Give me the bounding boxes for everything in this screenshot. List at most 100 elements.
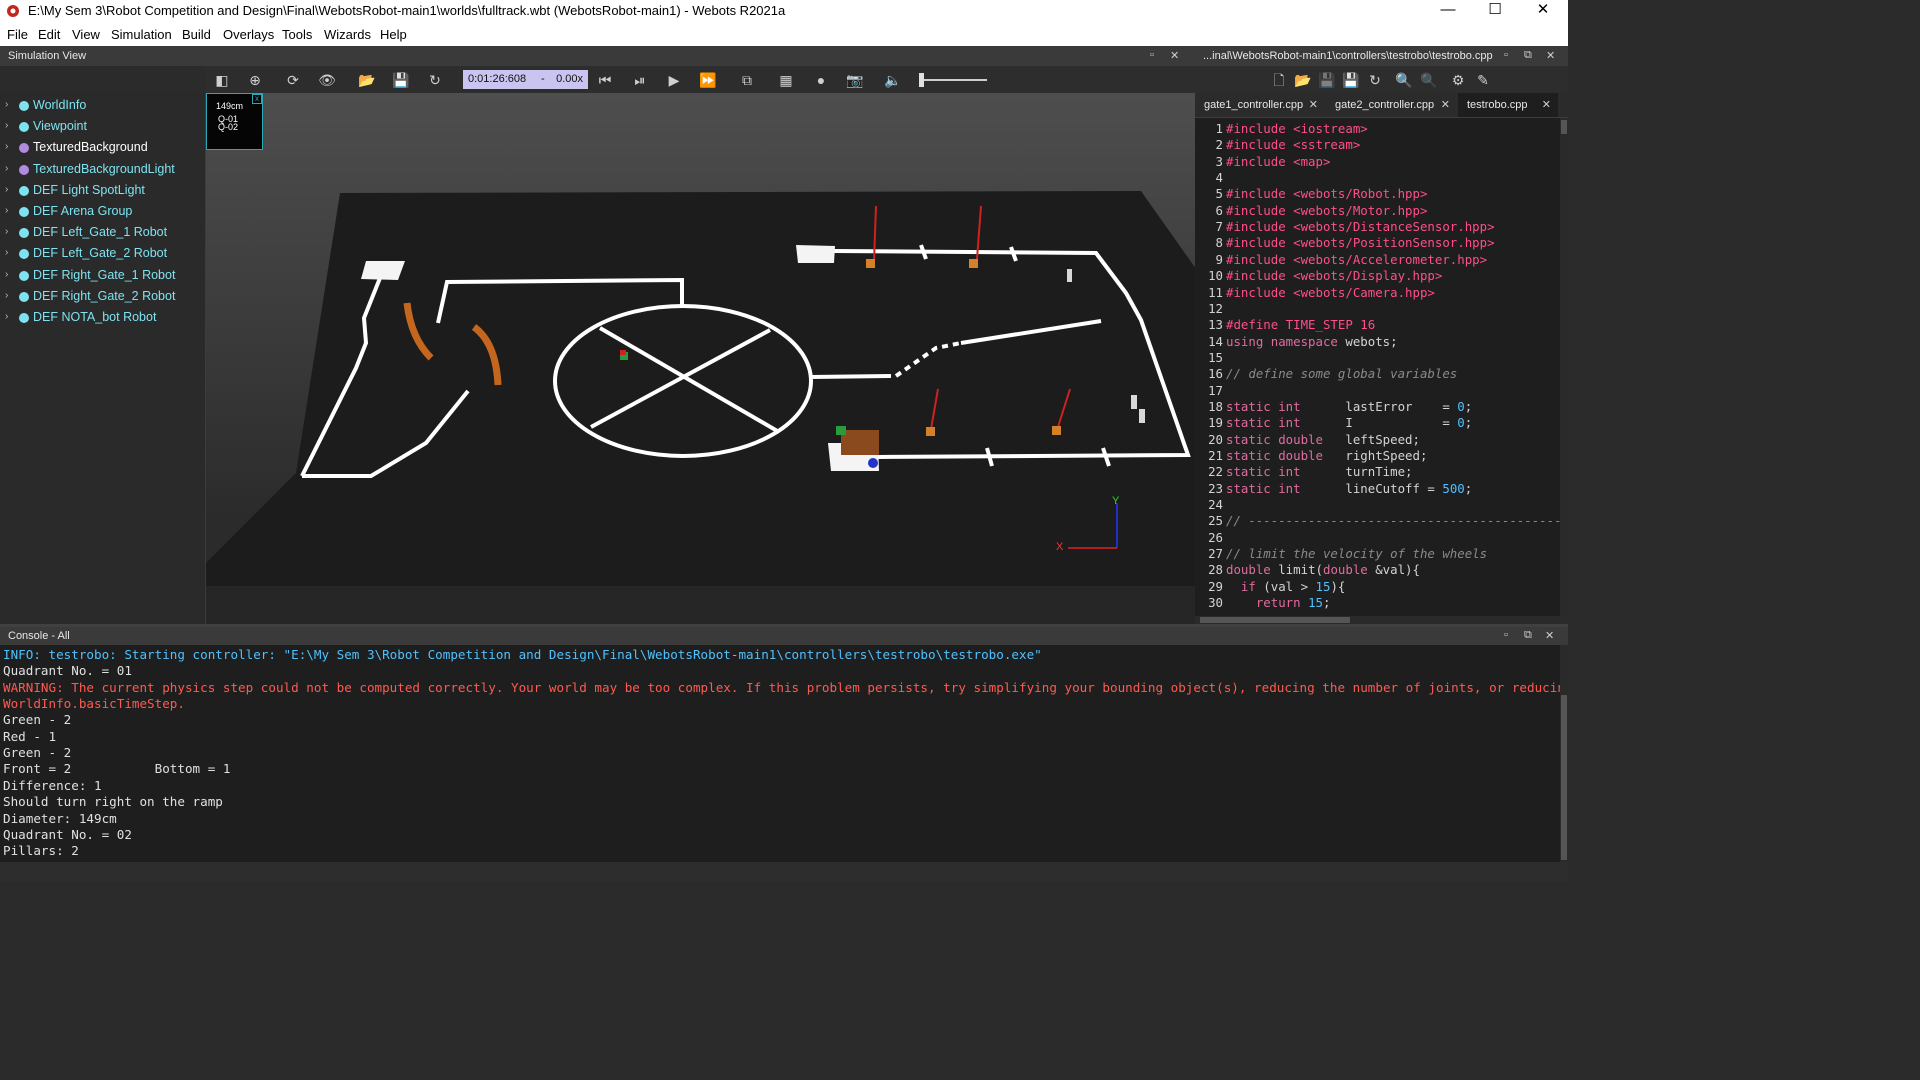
step-icon[interactable]: ⏯ bbox=[630, 70, 650, 90]
clean-icon[interactable]: ✎ bbox=[1473, 70, 1493, 90]
find-icon[interactable]: 🔍 bbox=[1394, 70, 1414, 90]
new-file-icon[interactable]: 🗋 bbox=[1269, 70, 1289, 90]
add-node-icon[interactable]: ⊕ bbox=[245, 70, 265, 90]
console-scrollbar[interactable] bbox=[1560, 645, 1568, 862]
code-line[interactable]: 23 static int lineCutoff = 500; bbox=[1195, 481, 1560, 497]
open-file-icon[interactable]: 📂 bbox=[1293, 70, 1313, 90]
code-line[interactable]: 5 #include <webots/Robot.hpp> bbox=[1195, 186, 1560, 202]
close-tab-icon[interactable]: ✕ bbox=[1542, 98, 1551, 111]
toggle-scene-tree-icon[interactable]: ◧ bbox=[212, 70, 232, 90]
build-settings-icon[interactable]: ⚙ bbox=[1448, 70, 1468, 90]
reset-viewpoint-icon[interactable]: ⟳ bbox=[283, 70, 303, 90]
code-line[interactable]: 1 #include <iostream> bbox=[1195, 121, 1560, 137]
code-line[interactable]: 8 #include <webots/PositionSensor.hpp> bbox=[1195, 235, 1560, 251]
expand-arrow-icon[interactable]: › bbox=[5, 141, 8, 152]
expand-arrow-icon[interactable]: › bbox=[5, 99, 8, 110]
float-editor-icon[interactable]: ▫ bbox=[1504, 49, 1508, 61]
code-line[interactable]: 20 static double leftSpeed; bbox=[1195, 432, 1560, 448]
menu-file[interactable]: File bbox=[7, 27, 28, 42]
menu-edit[interactable]: Edit bbox=[38, 27, 60, 42]
code-line[interactable]: 15 bbox=[1195, 350, 1560, 366]
maximize-console-icon[interactable]: ⧉ bbox=[1524, 629, 1532, 642]
code-line[interactable]: 2 #include <sstream> bbox=[1195, 137, 1560, 153]
expand-arrow-icon[interactable]: › bbox=[5, 247, 8, 258]
scene-tree-item[interactable]: › DEF Left_Gate_1 Robot bbox=[0, 223, 205, 244]
code-line[interactable]: 25// -----------------------------------… bbox=[1195, 513, 1560, 529]
play-icon[interactable]: ▶ bbox=[664, 70, 684, 90]
expand-arrow-icon[interactable]: › bbox=[5, 184, 8, 195]
code-line[interactable]: 3 #include <map> bbox=[1195, 154, 1560, 170]
rendering-mode-icon[interactable]: ⧉ bbox=[737, 70, 757, 90]
code-line[interactable]: 27// limit the velocity of the wheels bbox=[1195, 546, 1560, 562]
editor-horizontal-scrollbar[interactable] bbox=[1195, 616, 1560, 624]
expand-arrow-icon[interactable]: › bbox=[5, 311, 8, 322]
expand-arrow-icon[interactable]: › bbox=[5, 269, 8, 280]
code-line[interactable]: 9 #include <webots/Accelerometer.hpp> bbox=[1195, 252, 1560, 268]
code-line[interactable]: 10 #include <webots/Display.hpp> bbox=[1195, 268, 1560, 284]
mute-sound-icon[interactable]: 🔈 bbox=[883, 70, 903, 90]
float-console-icon[interactable]: ▫ bbox=[1504, 629, 1508, 641]
record-icon[interactable]: ● bbox=[811, 70, 831, 90]
code-line[interactable]: 29 if (val > 15){ bbox=[1195, 579, 1560, 595]
expand-arrow-icon[interactable]: › bbox=[5, 226, 8, 237]
code-line[interactable]: 4 bbox=[1195, 170, 1560, 186]
tab-gate1-controller[interactable]: gate1_controller.cpp ✕ bbox=[1195, 93, 1325, 117]
scrollbar-thumb[interactable] bbox=[1200, 617, 1350, 623]
reload-world-icon[interactable]: ↻ bbox=[425, 70, 445, 90]
save-all-icon[interactable]: 💾 bbox=[1341, 70, 1361, 90]
reset-simulation-icon[interactable]: ⏮ bbox=[595, 70, 615, 90]
code-line[interactable]: 16// define some global variables bbox=[1195, 366, 1560, 382]
close-tab-icon[interactable]: ✕ bbox=[1441, 98, 1450, 111]
save-world-icon[interactable]: 💾 bbox=[391, 70, 411, 90]
revert-file-icon[interactable]: ↻ bbox=[1365, 70, 1385, 90]
code-line[interactable]: 17 bbox=[1195, 383, 1560, 399]
code-editor[interactable]: 1 #include <iostream> 2 #include <sstream> 3… bbox=[1195, 118, 1560, 616]
scene-tree-item[interactable]: › TexturedBackgroundLight bbox=[0, 160, 205, 181]
3d-viewport[interactable]: Y X 149cm Q-01 Q-02 x bbox=[206, 93, 1195, 624]
find-next-icon[interactable]: 🔍 bbox=[1419, 70, 1439, 90]
menu-tools[interactable]: Tools bbox=[282, 27, 312, 42]
menu-build[interactable]: Build bbox=[182, 27, 211, 42]
console-output[interactable]: INFO: testrobo: Starting controller: "E:… bbox=[0, 645, 1560, 862]
code-line[interactable]: 11 #include <webots/Camera.hpp> bbox=[1195, 285, 1560, 301]
overlay-close-icon[interactable]: x bbox=[252, 94, 262, 104]
code-line[interactable]: 13 #define TIME_STEP 16 bbox=[1195, 317, 1560, 333]
code-line[interactable]: 28 double limit(double &val){ bbox=[1195, 562, 1560, 578]
minimize-button[interactable]: — bbox=[1425, 0, 1471, 22]
view-icon[interactable]: 👁 bbox=[317, 70, 337, 90]
close-window-button[interactable]: ✕ bbox=[1520, 0, 1566, 22]
code-line[interactable]: 12 bbox=[1195, 301, 1560, 317]
menu-overlays[interactable]: Overlays bbox=[223, 27, 274, 42]
maximize-button[interactable]: ☐ bbox=[1472, 0, 1518, 22]
save-file-icon[interactable]: 💾 bbox=[1317, 70, 1337, 90]
code-line[interactable]: 22 static int turnTime; bbox=[1195, 464, 1560, 480]
scrollbar-thumb[interactable] bbox=[1561, 120, 1567, 134]
scene-tree-item[interactable]: › DEF Arena Group bbox=[0, 202, 205, 223]
scene-tree-item[interactable]: › DEF Right_Gate_2 Robot bbox=[0, 287, 205, 308]
scene-tree-item[interactable]: › DEF Right_Gate_1 Robot bbox=[0, 266, 205, 287]
scene-tree-item[interactable]: › WorldInfo bbox=[0, 96, 205, 117]
menu-simulation[interactable]: Simulation bbox=[111, 27, 172, 42]
volume-slider[interactable] bbox=[917, 72, 989, 88]
menu-view[interactable]: View bbox=[72, 27, 100, 42]
tab-testrobo[interactable]: testrobo.cpp ✕ bbox=[1458, 93, 1558, 117]
float-simulation-view-icon[interactable]: ▫ bbox=[1150, 49, 1154, 61]
maximize-editor-icon[interactable]: ⧉ bbox=[1524, 49, 1532, 62]
code-line[interactable]: 21 static double rightSpeed; bbox=[1195, 448, 1560, 464]
menu-wizards[interactable]: Wizards bbox=[324, 27, 371, 42]
close-console-icon[interactable]: ✕ bbox=[1545, 629, 1554, 642]
code-line[interactable]: 24 bbox=[1195, 497, 1560, 513]
code-line[interactable]: 6 #include <webots/Motor.hpp> bbox=[1195, 203, 1560, 219]
code-line[interactable]: 18 static int lastError = 0; bbox=[1195, 399, 1560, 415]
code-line[interactable]: 19 static int I = 0; bbox=[1195, 415, 1560, 431]
screenshot-icon[interactable]: 📷 bbox=[845, 70, 865, 90]
expand-arrow-icon[interactable]: › bbox=[5, 205, 8, 216]
code-line[interactable]: 14 using namespace webots; bbox=[1195, 334, 1560, 350]
tab-gate2-controller[interactable]: gate2_controller.cpp ✕ bbox=[1326, 93, 1457, 117]
close-simulation-view-icon[interactable]: ✕ bbox=[1170, 49, 1179, 62]
expand-arrow-icon[interactable]: › bbox=[5, 120, 8, 131]
scene-tree-item[interactable]: › DEF NOTA_bot Robot bbox=[0, 308, 205, 329]
close-tab-icon[interactable]: ✕ bbox=[1309, 98, 1318, 111]
code-line[interactable]: 26 bbox=[1195, 530, 1560, 546]
close-editor-icon[interactable]: ✕ bbox=[1546, 49, 1555, 62]
